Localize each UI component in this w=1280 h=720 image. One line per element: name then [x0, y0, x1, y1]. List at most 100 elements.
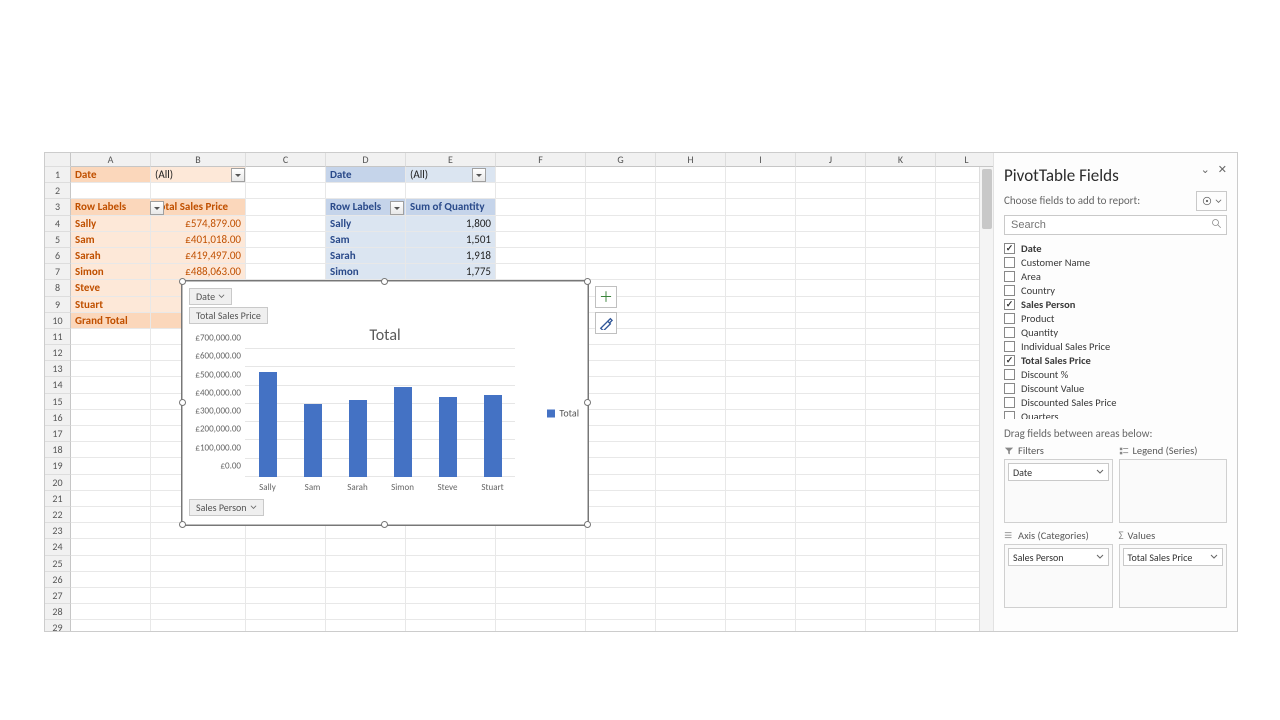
- cell-H22[interactable]: [656, 507, 726, 523]
- cell-A29[interactable]: [71, 620, 151, 631]
- cell-C24[interactable]: [246, 539, 326, 555]
- column-header-L[interactable]: L: [936, 153, 993, 167]
- pane-collapse-icon[interactable]: ⌄: [1201, 163, 1210, 176]
- cell-K3[interactable]: [866, 199, 936, 215]
- cell-G19[interactable]: [586, 458, 656, 474]
- cell-A10[interactable]: Grand Total: [71, 313, 151, 329]
- cell-B2[interactable]: [151, 183, 246, 199]
- area-legend[interactable]: Legend (Series): [1119, 444, 1228, 523]
- cell-E23[interactable]: [406, 523, 496, 539]
- cell-J1[interactable]: [796, 167, 866, 183]
- cell-C2[interactable]: [246, 183, 326, 199]
- column-header-G[interactable]: G: [586, 153, 656, 167]
- cell-F7[interactable]: [496, 264, 586, 280]
- cell-H16[interactable]: [656, 410, 726, 426]
- cell-J15[interactable]: [796, 394, 866, 410]
- cell-H27[interactable]: [656, 588, 726, 604]
- cell-A25[interactable]: [71, 556, 151, 572]
- cell-D6[interactable]: Sarah: [326, 248, 406, 264]
- pill-axis-salesperson[interactable]: Sales Person: [1008, 548, 1109, 566]
- cell-D1[interactable]: Date: [326, 167, 406, 183]
- cell-I5[interactable]: [726, 232, 796, 248]
- row-header[interactable]: 4: [45, 216, 71, 232]
- cell-K5[interactable]: [866, 232, 936, 248]
- cell-I8[interactable]: [726, 280, 796, 296]
- cell-D28[interactable]: [326, 604, 406, 620]
- cell-J2[interactable]: [796, 183, 866, 199]
- resize-handle[interactable]: [584, 399, 591, 406]
- cell-G21[interactable]: [586, 491, 656, 507]
- cell-A14[interactable]: [71, 377, 151, 393]
- bar-Sarah[interactable]: [349, 400, 367, 477]
- cell-J11[interactable]: [796, 329, 866, 345]
- cell-A4[interactable]: Sally: [71, 216, 151, 232]
- column-header-A[interactable]: A: [71, 153, 151, 167]
- cell-G23[interactable]: [586, 523, 656, 539]
- cell-J28[interactable]: [796, 604, 866, 620]
- cell-G20[interactable]: [586, 475, 656, 491]
- row-header[interactable]: 20: [45, 475, 71, 491]
- worksheet[interactable]: ABCDEFGHIJKL 1Date(All)Date(All)23Row La…: [45, 153, 993, 631]
- cell-K17[interactable]: [866, 426, 936, 442]
- cell-I17[interactable]: [726, 426, 796, 442]
- field-item-quarters[interactable]: Quarters: [1004, 409, 1227, 419]
- bar-Stuart[interactable]: [484, 395, 502, 477]
- cell-K9[interactable]: [866, 297, 936, 313]
- cell-I4[interactable]: [726, 216, 796, 232]
- resize-handle[interactable]: [179, 399, 186, 406]
- row-header[interactable]: 21: [45, 491, 71, 507]
- cell-H23[interactable]: [656, 523, 726, 539]
- field-item-discounted-sales-price[interactable]: Discounted Sales Price: [1004, 395, 1227, 409]
- cell-F6[interactable]: [496, 248, 586, 264]
- cell-C23[interactable]: [246, 523, 326, 539]
- cell-H11[interactable]: [656, 329, 726, 345]
- chart-legend[interactable]: Total: [547, 407, 579, 420]
- pane-layout-button[interactable]: [1196, 191, 1227, 211]
- cell-K11[interactable]: [866, 329, 936, 345]
- cell-F26[interactable]: [496, 572, 586, 588]
- cell-C6[interactable]: [246, 248, 326, 264]
- cell-G12[interactable]: [586, 345, 656, 361]
- cell-H6[interactable]: [656, 248, 726, 264]
- cell-H17[interactable]: [656, 426, 726, 442]
- cell-I16[interactable]: [726, 410, 796, 426]
- search-input[interactable]: [1004, 215, 1227, 235]
- cell-D27[interactable]: [326, 588, 406, 604]
- cell-I27[interactable]: [726, 588, 796, 604]
- cell-C29[interactable]: [246, 620, 326, 631]
- bar-Simon[interactable]: [394, 387, 412, 477]
- field-item-quantity[interactable]: Quantity: [1004, 325, 1227, 339]
- cell-F29[interactable]: [496, 620, 586, 631]
- cell-J4[interactable]: [796, 216, 866, 232]
- cell-K20[interactable]: [866, 475, 936, 491]
- cell-I24[interactable]: [726, 539, 796, 555]
- row-header[interactable]: 1: [45, 167, 71, 183]
- cell-A20[interactable]: [71, 475, 151, 491]
- field-checkbox[interactable]: ✓: [1004, 299, 1015, 310]
- cell-E28[interactable]: [406, 604, 496, 620]
- field-item-discount-value[interactable]: Discount Value: [1004, 381, 1227, 395]
- cell-H10[interactable]: [656, 313, 726, 329]
- cell-D7[interactable]: Simon: [326, 264, 406, 280]
- row-header[interactable]: 18: [45, 442, 71, 458]
- cell-J23[interactable]: [796, 523, 866, 539]
- field-item-individual-sales-price[interactable]: Individual Sales Price: [1004, 339, 1227, 353]
- cell-I14[interactable]: [726, 377, 796, 393]
- chart-elements-button[interactable]: ＋: [595, 286, 617, 308]
- row-header[interactable]: 28: [45, 604, 71, 620]
- cell-K4[interactable]: [866, 216, 936, 232]
- cell-B6[interactable]: £419,497.00: [151, 248, 246, 264]
- cell-H8[interactable]: [656, 280, 726, 296]
- cell-H20[interactable]: [656, 475, 726, 491]
- cell-D25[interactable]: [326, 556, 406, 572]
- area-values[interactable]: ΣValues Total Sales Price: [1119, 529, 1228, 608]
- cell-G28[interactable]: [586, 604, 656, 620]
- pivot2-filter-dropdown[interactable]: [472, 168, 486, 182]
- column-header-B[interactable]: B: [151, 153, 246, 167]
- field-checkbox[interactable]: [1004, 411, 1015, 420]
- cell-A23[interactable]: [71, 523, 151, 539]
- cell-G1[interactable]: [586, 167, 656, 183]
- cell-A6[interactable]: Sarah: [71, 248, 151, 264]
- resize-handle[interactable]: [381, 278, 388, 285]
- cell-H13[interactable]: [656, 361, 726, 377]
